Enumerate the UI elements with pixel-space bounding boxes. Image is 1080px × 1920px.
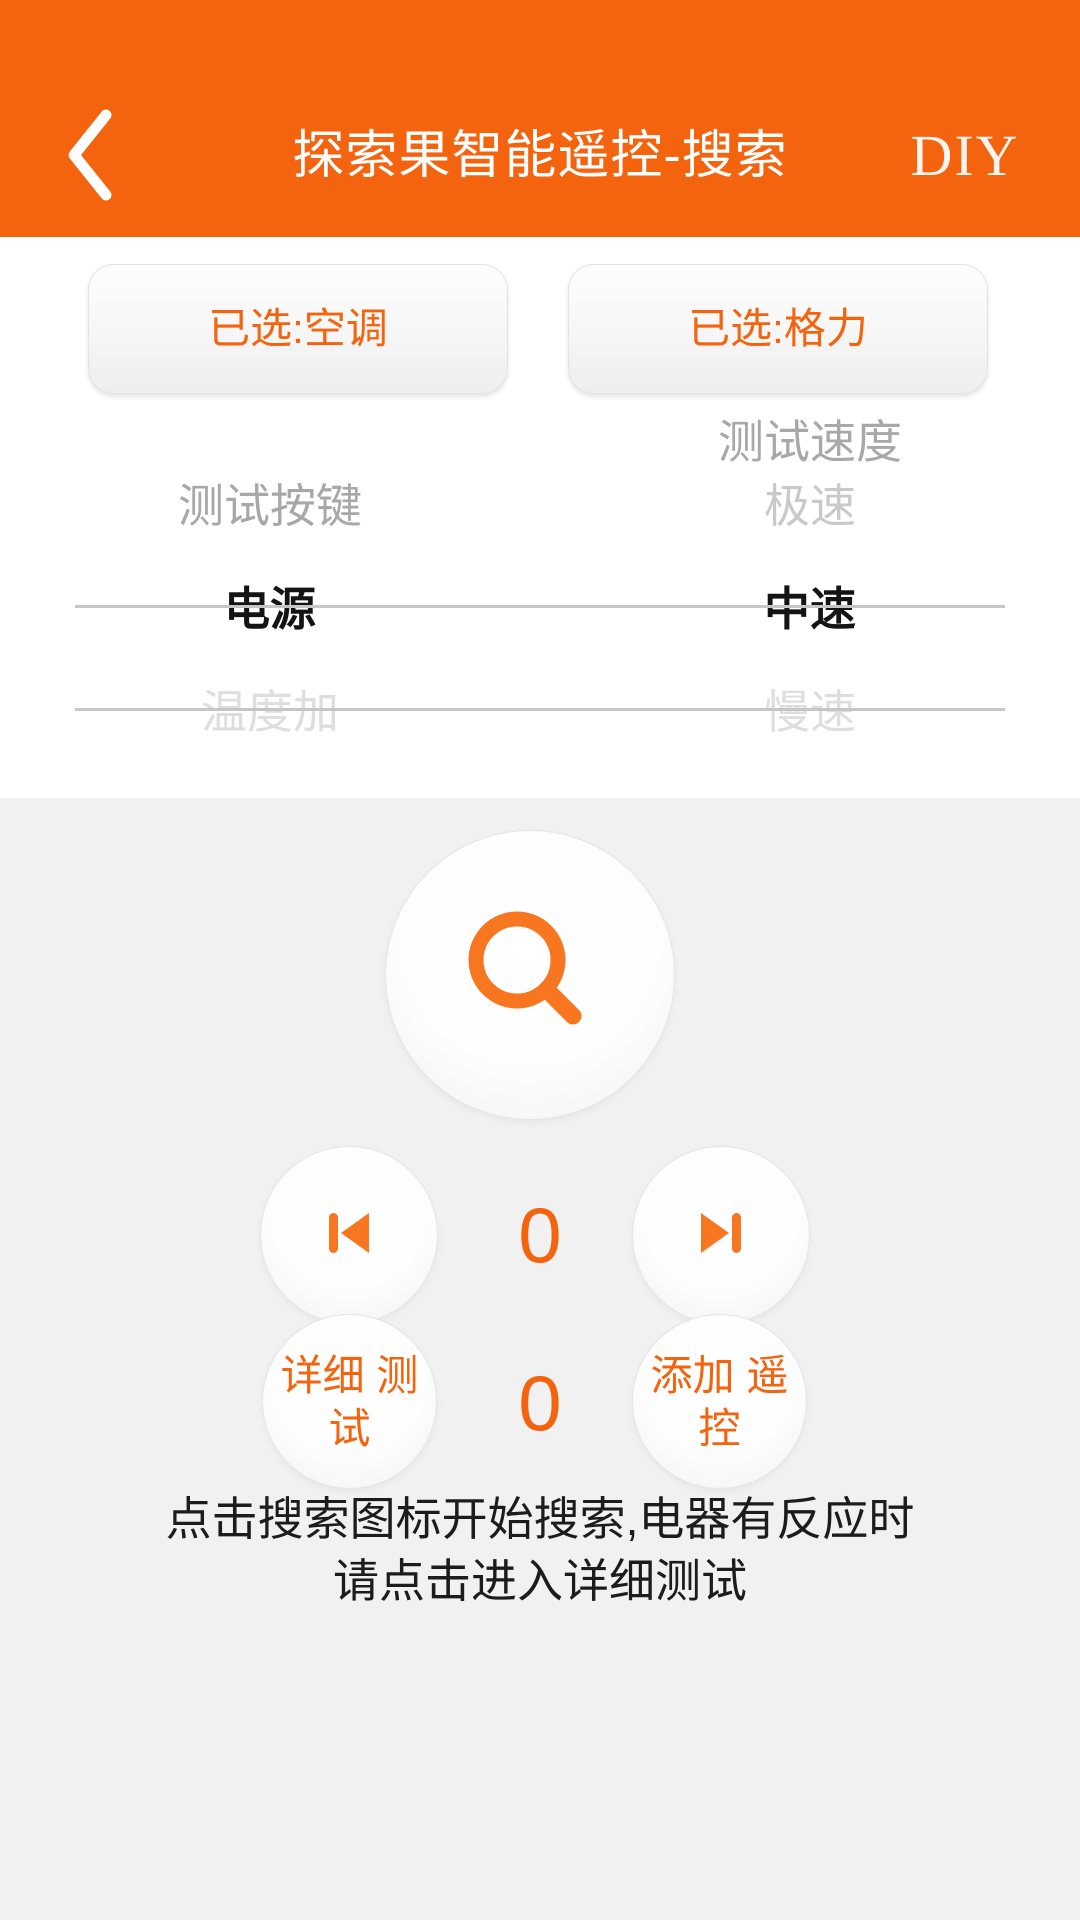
magnifier-icon <box>455 898 605 1053</box>
skip-next-icon <box>688 1200 754 1271</box>
instruction-line1: 点击搜索图标开始搜索,电器有反应时 <box>165 1493 915 1545</box>
device-type-selector[interactable]: 已选:空调 <box>88 264 508 394</box>
picker-divider-bottom <box>75 708 1005 711</box>
add-remote-label: 添加 遥控 <box>633 1349 806 1455</box>
previous-code-button[interactable] <box>260 1146 438 1324</box>
picker-item[interactable]: 测试按键 <box>0 454 540 557</box>
diy-button[interactable]: DIY <box>880 96 1050 216</box>
picker-wheels: 测试按键 电源 温度加 测试速度 极速 中速 慢速 <box>0 412 1080 798</box>
device-brand-selector[interactable]: 已选:格力 <box>568 264 988 394</box>
instruction-text: 点击搜索图标开始搜索,电器有反应时 请点击进入详细测试 <box>0 1488 1080 1612</box>
search-button[interactable] <box>385 830 675 1120</box>
code-index-counter: 0 <box>518 1191 562 1279</box>
picker-item-selected[interactable]: 中速 <box>540 557 1080 660</box>
code-total-counter: 0 <box>518 1359 562 1447</box>
search-panel: 详细 测试 添加 遥控 0 0 点击搜索图标开始搜索,电器有反应时 请点击进入详… <box>0 798 1080 1920</box>
detail-test-line1: 详细 <box>280 1351 365 1399</box>
detail-test-label: 详细 测试 <box>263 1349 436 1455</box>
add-remote-line1: 添加 <box>650 1351 735 1399</box>
selector-row: 已选:空调 已选:格力 <box>0 237 1080 412</box>
next-code-button[interactable] <box>632 1146 810 1324</box>
picker-item-selected[interactable]: 电源 <box>0 557 540 660</box>
picker-item[interactable]: 极速 <box>540 454 1080 557</box>
detail-test-button[interactable]: 详细 测试 <box>262 1314 437 1489</box>
add-remote-button[interactable]: 添加 遥控 <box>632 1314 807 1489</box>
instruction-line2: 请点击进入详细测试 <box>333 1555 747 1607</box>
app-root: 探索果智能遥控-搜索 DIY 已选:空调 已选:格力 测试按键 电源 温度加 测… <box>0 0 1080 1920</box>
picker-divider-top <box>75 605 1005 608</box>
app-header: 探索果智能遥控-搜索 DIY <box>0 0 1080 237</box>
picker-item[interactable]: 慢速 <box>540 660 1080 763</box>
skip-previous-icon <box>316 1200 382 1271</box>
picker-item[interactable]: 温度加 <box>0 660 540 763</box>
